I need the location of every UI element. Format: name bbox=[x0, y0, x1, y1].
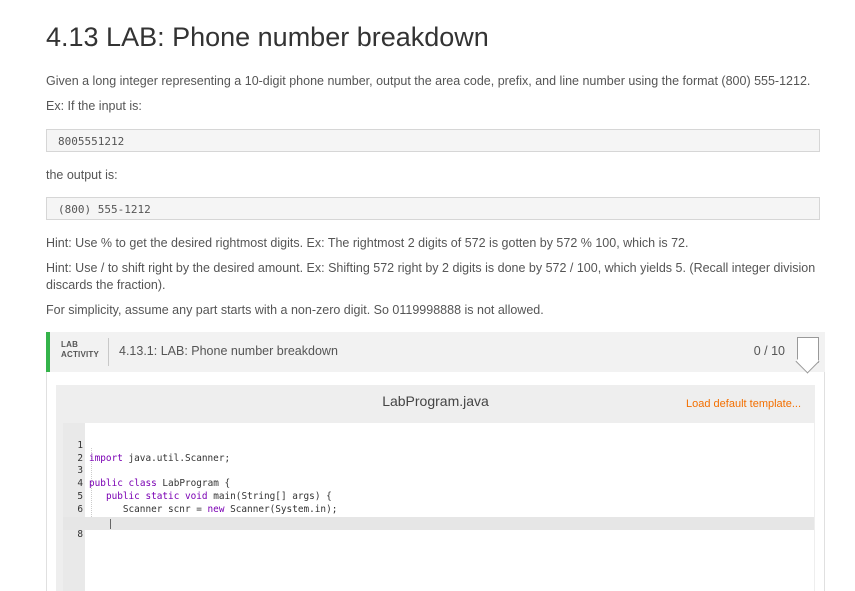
example-output-box: (800) 555-1212 bbox=[46, 197, 820, 220]
code-line: 2 bbox=[63, 440, 814, 464]
score-badge-icon bbox=[797, 337, 819, 363]
simplicity-note: For simplicity, assume any part starts w… bbox=[46, 303, 544, 317]
score-text: 0 / 10 bbox=[753, 344, 785, 358]
code-line: 7 bbox=[63, 504, 814, 528]
line-number: 8 bbox=[77, 529, 83, 541]
example-input-label: Ex: If the input is: bbox=[46, 99, 142, 113]
code-line: 1 import java.util.Scanner; bbox=[63, 427, 814, 464]
output-label: the output is: bbox=[46, 168, 118, 182]
active-code-line[interactable]: 8 bbox=[63, 516, 814, 540]
code-line: 6 long phoneNumber; bbox=[63, 491, 814, 528]
page-title: 4.13 LAB: Phone number breakdown bbox=[46, 22, 489, 52]
code-line: 5 Scanner scnr = new Scanner(System.in); bbox=[63, 478, 814, 515]
code-editor-panel: LabProgram.java Load default template...… bbox=[56, 385, 815, 591]
lab-activity-header: LAB ACTIVITY 4.13.1: LAB: Phone number b… bbox=[46, 332, 825, 372]
lab-tag-line1: LAB bbox=[61, 340, 79, 349]
lab-activity-tag: LAB ACTIVITY bbox=[61, 340, 99, 360]
example-input-box: 8005551212 bbox=[46, 129, 820, 152]
text-cursor bbox=[110, 518, 111, 529]
code-editor[interactable]: 1 import java.util.Scanner; 2 3 public c… bbox=[63, 423, 814, 591]
hint-division: Hint: Use / to shift right by the desire… bbox=[46, 261, 816, 292]
code-line: 4 public static void main(String[] args)… bbox=[63, 465, 814, 502]
intro-text: Given a long integer representing a 10-d… bbox=[46, 74, 811, 88]
code-line: 3 public class LabProgram { bbox=[63, 453, 814, 489]
load-default-template-link[interactable]: Load default template... bbox=[686, 398, 801, 410]
lab-activity-name: 4.13.1: LAB: Phone number breakdown bbox=[119, 344, 338, 358]
lab-tag-line2: ACTIVITY bbox=[61, 350, 100, 359]
hint-modulo: Hint: Use % to get the desired rightmost… bbox=[46, 236, 689, 250]
header-divider bbox=[108, 338, 109, 366]
